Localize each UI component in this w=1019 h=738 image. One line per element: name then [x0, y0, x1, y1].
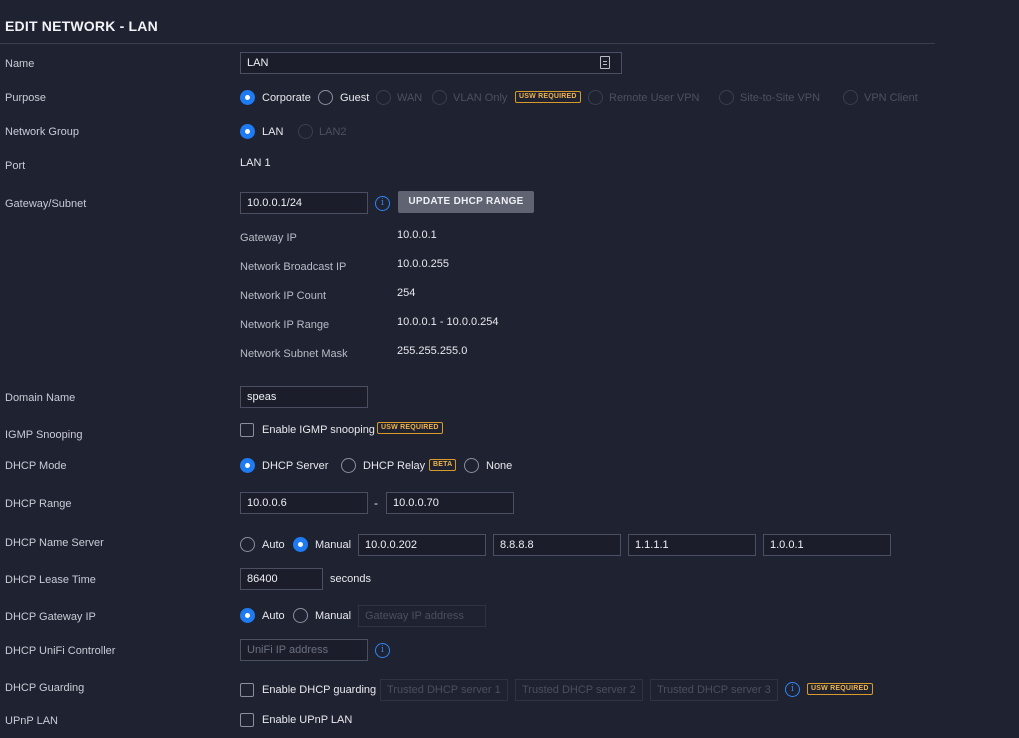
igmp-label: IGMP Snooping — [5, 429, 83, 441]
controller-label: DHCP UniFi Controller — [5, 645, 116, 657]
dhcp-gateway-label: DHCP Gateway IP — [5, 611, 96, 623]
purpose-vlan-label: VLAN Only — [453, 92, 508, 104]
beta-badge: BETA — [429, 459, 457, 471]
ip-count-label: Network IP Count — [240, 290, 327, 302]
page-title: EDIT NETWORK - LAN — [5, 18, 158, 34]
upnp-checkbox[interactable] — [240, 713, 254, 727]
network-group-label: Network Group — [5, 126, 79, 138]
lease-unit: seconds — [330, 573, 371, 585]
purpose-vlan-radio[interactable] — [432, 90, 447, 105]
contact-card-icon[interactable] — [600, 56, 610, 69]
trusted-dhcp-server-2-input[interactable] — [515, 679, 643, 701]
gateway-ip-label: Gateway IP — [240, 232, 297, 244]
dhcp-gateway-ip-input[interactable] — [358, 605, 486, 627]
guarding-checkbox-label: Enable DHCP guarding — [262, 684, 377, 696]
dhcp-gateway-manual-label: Manual — [315, 610, 352, 622]
purpose-corporate-radio[interactable] — [240, 90, 255, 105]
guarding-checkbox[interactable] — [240, 683, 254, 697]
usw-required-badge: USW REQUIRED — [377, 422, 443, 434]
dns-server-3-input[interactable] — [628, 534, 756, 556]
dns-label: DHCP Name Server — [5, 537, 104, 549]
purpose-site-vpn-label: Site-to-Site VPN — [740, 92, 821, 104]
broadcast-ip-label: Network Broadcast IP — [240, 261, 347, 273]
purpose-corporate-label: Corporate — [262, 92, 311, 104]
dhcp-server-radio[interactable] — [240, 458, 255, 473]
dns-manual-label: Manual — [315, 539, 352, 551]
controller-ip-input[interactable] — [240, 639, 368, 661]
purpose-vpn-client-radio[interactable] — [843, 90, 858, 105]
purpose-label: Purpose — [5, 92, 46, 104]
guarding-label: DHCP Guarding — [5, 682, 85, 694]
gateway-label: Gateway/Subnet — [5, 198, 87, 210]
name-input[interactable] — [240, 52, 622, 74]
dhcp-range-end-input[interactable] — [386, 492, 514, 514]
info-icon[interactable]: i — [785, 682, 800, 697]
lease-time-input[interactable] — [240, 568, 323, 590]
purpose-remote-vpn-radio[interactable] — [588, 90, 603, 105]
domain-label: Domain Name — [5, 392, 76, 404]
subnet-mask-value: 255.255.255.0 — [397, 345, 468, 357]
group-lan2-radio[interactable] — [298, 124, 313, 139]
name-label: Name — [5, 58, 35, 70]
info-icon[interactable]: i — [375, 643, 390, 658]
trusted-dhcp-server-1-input[interactable] — [380, 679, 508, 701]
dhcp-range-label: DHCP Range — [5, 498, 72, 510]
dns-auto-radio[interactable] — [240, 537, 255, 552]
broadcast-ip-value: 10.0.0.255 — [397, 258, 449, 270]
ip-range-value: 10.0.0.1 - 10.0.0.254 — [397, 316, 499, 328]
dhcp-gateway-auto-radio[interactable] — [240, 608, 255, 623]
dns-auto-label: Auto — [262, 539, 285, 551]
igmp-checkbox-label: Enable IGMP snooping — [262, 424, 375, 436]
range-separator: - — [374, 496, 378, 510]
dhcp-gateway-manual-radio[interactable] — [293, 608, 308, 623]
upnp-label: UPnP LAN — [5, 715, 58, 727]
ip-range-label: Network IP Range — [240, 319, 330, 331]
dns-server-2-input[interactable] — [493, 534, 621, 556]
upnp-checkbox-label: Enable UPnP LAN — [262, 714, 353, 726]
dns-server-4-input[interactable] — [763, 534, 891, 556]
purpose-vpn-client-label: VPN Client — [864, 92, 918, 104]
dhcp-mode-label: DHCP Mode — [5, 460, 67, 472]
port-label: Port — [5, 160, 26, 172]
dhcp-server-label: DHCP Server — [262, 460, 329, 472]
purpose-wan-radio[interactable] — [376, 90, 391, 105]
subnet-mask-label: Network Subnet Mask — [240, 348, 348, 360]
dhcp-none-radio[interactable] — [464, 458, 479, 473]
group-lan-label: LAN — [262, 126, 284, 138]
dhcp-range-start-input[interactable] — [240, 492, 368, 514]
dhcp-gateway-auto-label: Auto — [262, 610, 285, 622]
group-lan-radio[interactable] — [240, 124, 255, 139]
usw-required-badge: USW REQUIRED — [807, 683, 873, 695]
dhcp-relay-label: DHCP Relay — [363, 460, 426, 472]
dns-manual-radio[interactable] — [293, 537, 308, 552]
ip-count-value: 254 — [397, 287, 416, 299]
gateway-ip-value: 10.0.0.1 — [397, 229, 437, 241]
dns-server-1-input[interactable] — [358, 534, 486, 556]
title-divider — [0, 43, 935, 44]
domain-name-input[interactable] — [240, 386, 368, 408]
update-dhcp-range-button[interactable]: UPDATE DHCP RANGE — [398, 191, 534, 213]
group-lan2-label: LAN2 — [319, 126, 347, 138]
dhcp-none-label: None — [486, 460, 513, 472]
info-icon[interactable]: i — [375, 196, 390, 211]
lease-label: DHCP Lease Time — [5, 574, 96, 586]
purpose-remote-vpn-label: Remote User VPN — [609, 92, 700, 104]
gateway-subnet-input[interactable] — [240, 192, 368, 214]
port-value: LAN 1 — [240, 157, 271, 169]
igmp-checkbox[interactable] — [240, 423, 254, 437]
purpose-guest-radio[interactable] — [318, 90, 333, 105]
dhcp-relay-radio[interactable] — [341, 458, 356, 473]
purpose-site-vpn-radio[interactable] — [719, 90, 734, 105]
purpose-guest-label: Guest — [340, 92, 370, 104]
trusted-dhcp-server-3-input[interactable] — [650, 679, 778, 701]
purpose-wan-label: WAN — [397, 92, 423, 104]
usw-required-badge: USW REQUIRED — [515, 91, 581, 103]
